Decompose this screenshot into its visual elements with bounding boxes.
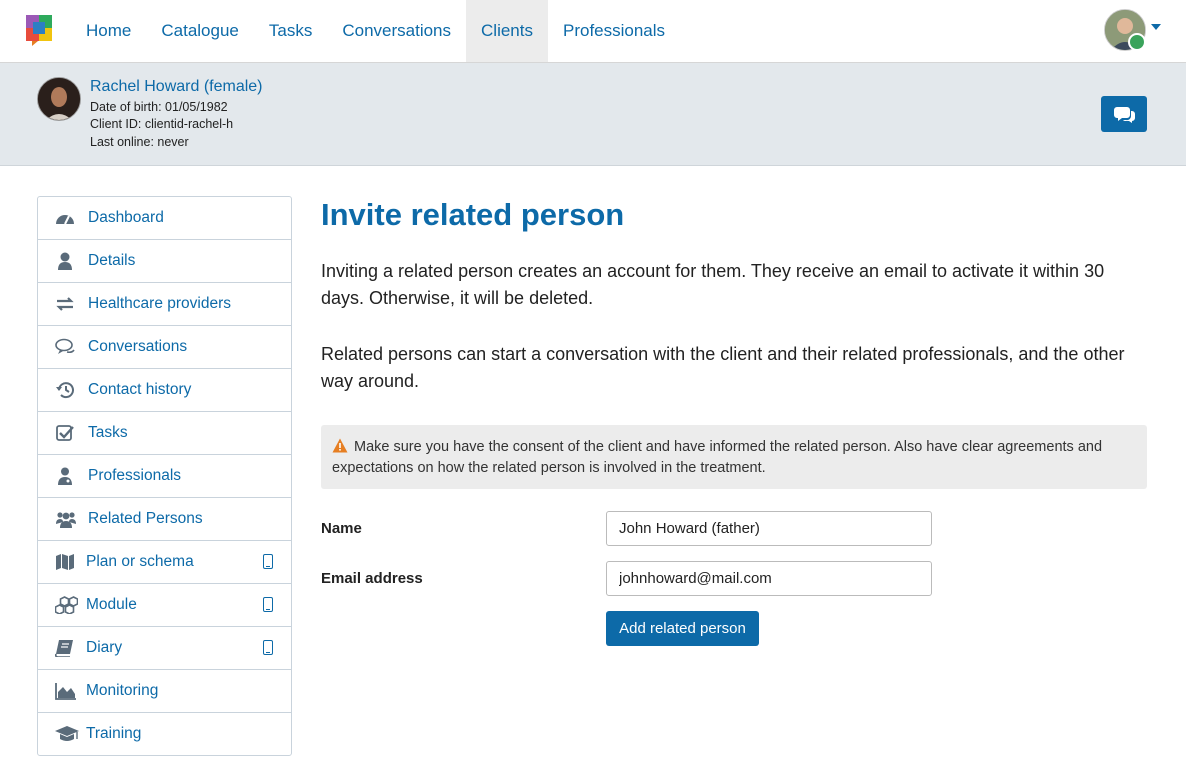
client-avatar-image bbox=[38, 78, 80, 120]
sidebar-item-label: Dashboard bbox=[88, 209, 164, 226]
sidebar-item-label: Diary bbox=[86, 639, 123, 656]
client-avatar bbox=[37, 77, 81, 121]
client-sidebar: Dashboard Details Healthcare providers C… bbox=[37, 196, 292, 756]
sidebar-item-training[interactable]: Training bbox=[38, 713, 291, 755]
top-navbar: Home Catalogue Tasks Conversations Clien… bbox=[0, 0, 1186, 63]
mobile-phone-icon bbox=[263, 640, 273, 655]
intro-paragraph: Inviting a related person creates an acc… bbox=[321, 261, 1105, 308]
users-icon bbox=[56, 512, 76, 528]
dashboard-icon bbox=[56, 215, 74, 225]
client-header: Rachel Howard (female) Date of birth: 01… bbox=[0, 63, 1186, 166]
email-label: Email address bbox=[321, 570, 423, 587]
warning-text: Make sure you have the consent of the cl… bbox=[332, 439, 1103, 476]
check-square-icon bbox=[56, 425, 74, 441]
sidebar-item-module[interactable]: Module bbox=[38, 584, 291, 627]
sidebar-item-label: Professionals bbox=[88, 467, 182, 484]
mobile-phone-icon bbox=[263, 597, 273, 612]
cubes-icon bbox=[55, 596, 78, 614]
page-title: Invite related person bbox=[321, 197, 625, 232]
nav-clients[interactable]: Clients bbox=[466, 0, 548, 62]
sidebar-item-contact-history[interactable]: Contact history bbox=[38, 369, 291, 412]
info-paragraph: Related persons can start a conversation… bbox=[321, 344, 1125, 391]
sidebar-item-label: Related Persons bbox=[88, 510, 203, 527]
book-icon bbox=[55, 640, 73, 657]
sidebar-item-label: Plan or schema bbox=[86, 553, 194, 570]
sidebar-item-label: Details bbox=[88, 252, 136, 269]
consent-warning-alert: Make sure you have the consent of the cl… bbox=[321, 425, 1147, 489]
mobile-phone-icon bbox=[263, 554, 273, 569]
user-icon bbox=[58, 252, 72, 270]
app-logo-icon[interactable] bbox=[24, 14, 54, 46]
comments-icon bbox=[55, 338, 75, 354]
area-chart-icon bbox=[55, 683, 76, 700]
sidebar-item-label: Healthcare providers bbox=[88, 295, 232, 312]
sidebar-item-plan-or-schema[interactable]: Plan or schema bbox=[38, 541, 291, 584]
sidebar-item-label: Monitoring bbox=[86, 682, 159, 699]
sidebar-item-tasks[interactable]: Tasks bbox=[38, 412, 291, 455]
client-id: Client ID: clientid-rachel-h bbox=[90, 117, 234, 131]
client-last-online: Last online: never bbox=[90, 135, 189, 149]
add-related-person-button[interactable]: Add related person bbox=[606, 611, 759, 646]
sidebar-item-related-persons[interactable]: Related Persons bbox=[38, 498, 291, 541]
name-label: Name bbox=[321, 520, 362, 537]
sidebar-item-label: Module bbox=[86, 596, 137, 613]
sidebar-item-monitoring[interactable]: Monitoring bbox=[38, 670, 291, 713]
comments-icon bbox=[1114, 107, 1135, 123]
sidebar-item-conversations[interactable]: Conversations bbox=[38, 326, 291, 369]
sidebar-item-professionals[interactable]: Professionals bbox=[38, 455, 291, 498]
sidebar-item-details[interactable]: Details bbox=[38, 240, 291, 283]
sidebar-item-label: Contact history bbox=[88, 381, 192, 398]
sidebar-item-diary[interactable]: Diary bbox=[38, 627, 291, 670]
nav-professionals[interactable]: Professionals bbox=[548, 0, 680, 62]
name-input[interactable] bbox=[606, 511, 932, 546]
eye-badge-icon bbox=[1128, 33, 1146, 51]
sidebar-item-label: Tasks bbox=[88, 424, 128, 441]
email-input[interactable] bbox=[606, 561, 932, 596]
nav-home[interactable]: Home bbox=[71, 0, 146, 62]
nav-tasks[interactable]: Tasks bbox=[254, 0, 327, 62]
chevron-down-icon[interactable] bbox=[1151, 24, 1161, 30]
graduation-cap-icon bbox=[55, 726, 79, 741]
nav-catalogue[interactable]: Catalogue bbox=[146, 0, 254, 62]
history-icon bbox=[56, 382, 74, 399]
sidebar-item-dashboard[interactable]: Dashboard bbox=[38, 197, 291, 240]
client-name[interactable]: Rachel Howard (female) bbox=[90, 78, 263, 96]
user-doctor-icon bbox=[58, 467, 72, 485]
sidebar-item-label: Conversations bbox=[88, 338, 188, 355]
map-icon bbox=[56, 554, 74, 570]
sidebar-item-label: Training bbox=[86, 725, 142, 742]
chat-button[interactable] bbox=[1101, 96, 1147, 132]
client-dob: Date of birth: 01/05/1982 bbox=[90, 100, 228, 114]
sidebar-item-healthcare-providers[interactable]: Healthcare providers bbox=[38, 283, 291, 326]
exchange-arrows-icon bbox=[56, 297, 74, 311]
nav-conversations[interactable]: Conversations bbox=[327, 0, 466, 62]
